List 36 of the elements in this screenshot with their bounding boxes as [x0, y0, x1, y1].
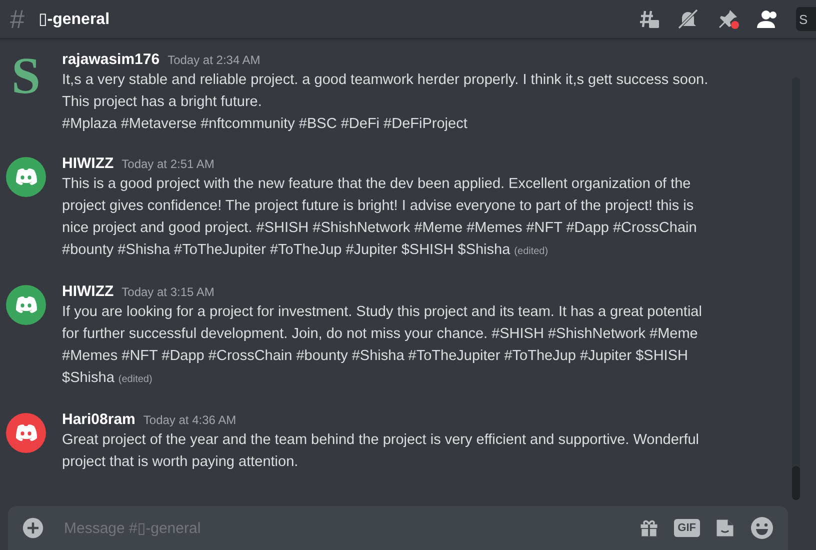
message-text: It,s a very stable and reliable project. a good teamwork herder properly. I think it,s gett success soon. — [62, 72, 708, 88]
channel-name: ▯-general — [38, 10, 110, 29]
message-text: This project has a bright future. — [62, 94, 262, 110]
avatar[interactable] — [6, 157, 46, 197]
author-name[interactable]: Hari08ram — [62, 411, 136, 428]
channel-hash: # — [10, 4, 24, 34]
message-text: #Memes #NFT #Dapp #CrossChain #bounty #Shisha #ToTheJupiter #ToTheJup #Jupiter $SHISH — [62, 348, 688, 364]
gif-button[interactable]: GIF — [674, 519, 700, 537]
message-text: If you are looking for a project for investment. Study this project and its team. It has a great potential — [62, 304, 702, 320]
timestamp: Today at 2:34 AM — [168, 53, 260, 67]
message-text: This is a good project with the new feature that the dev been applied. Excellent organization of the — [62, 176, 691, 192]
emoji-icon[interactable] — [750, 516, 774, 540]
scrollbar-thumb[interactable] — [792, 466, 800, 500]
message-text: project gives confidence! The project future is bright! I advise everyone to part of the project! this is — [62, 198, 694, 214]
timestamp: Today at 4:36 AM — [143, 413, 236, 427]
timestamp: Today at 3:15 AM — [122, 285, 214, 299]
message-text: #bounty #Shisha #ToTheJupiter #ToTheJup #Jupiter $SHISH $Shisha — [62, 242, 510, 258]
sticker-icon[interactable] — [714, 517, 736, 539]
search-field[interactable]: S — [796, 7, 816, 31]
message-text: for further successful development. Join, do not miss your chance. #SHISH #ShishNetwork #Meme — [62, 326, 698, 342]
add-icon[interactable] — [22, 517, 44, 539]
message-text: Great project of the year and the team behind the project is very efficient and supportive. Wonderful — [62, 432, 700, 448]
author-name[interactable]: HIWIZZ — [62, 283, 114, 300]
timestamp: Today at 2:51 AM — [122, 157, 214, 171]
avatar[interactable] — [6, 413, 46, 453]
message-text: project that is worth paying attention. — [62, 454, 298, 470]
message-text: #Mplaza #Metaverse #nftcommunity #BSC #DeFi #DeFiProject — [62, 116, 468, 132]
avatar[interactable] — [6, 285, 46, 325]
avatar[interactable]: S — [6, 53, 46, 101]
author-name[interactable]: rajawasim176 — [62, 51, 160, 68]
message-text: $Shisha — [62, 370, 114, 386]
muted-bell-icon[interactable] — [676, 7, 700, 31]
message-text: nice project and good project. #SHISH #ShishNetwork #Meme #Memes #NFT #Dapp #CrossChain — [62, 220, 697, 236]
edited-label: (edited) — [514, 246, 548, 257]
edited-label: (edited) — [118, 374, 152, 385]
author-name[interactable]: HIWIZZ — [62, 155, 114, 172]
